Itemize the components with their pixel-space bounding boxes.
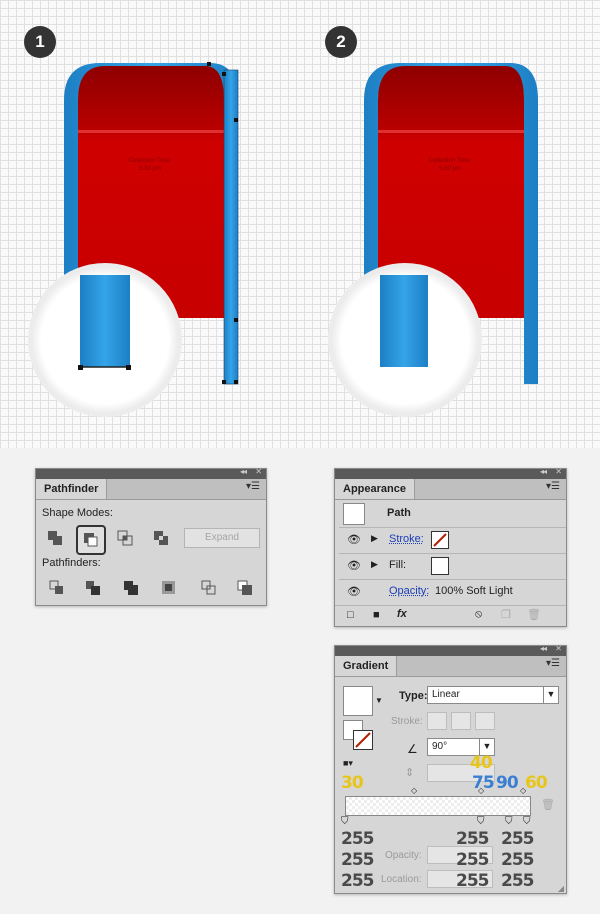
intersect-icon[interactable]: [116, 529, 134, 547]
overlay-value-75: 75: [472, 773, 495, 793]
opacity-label: Opacity:: [385, 850, 422, 861]
panel-menu-icon[interactable]: ▾☰: [546, 658, 560, 669]
pathfinder-panel: ◂◂ ✕ Pathfinder ▾☰ Shape Modes: Expand Pa…: [35, 467, 267, 606]
mailbox-label-2: Collection Time:: [429, 158, 472, 164]
stroke-option-1-icon[interactable]: [427, 712, 447, 730]
add-stroke-icon[interactable]: □: [347, 609, 354, 621]
type-label: Type:: [399, 690, 428, 702]
visibility-eye-icon[interactable]: 👁: [347, 533, 361, 546]
stroke-option-3-icon[interactable]: [475, 712, 495, 730]
appearance-footer: □ ■ fx ⦸ ❐ 🗑: [335, 605, 566, 626]
overlay-value-30: 30: [341, 773, 364, 793]
divide-icon[interactable]: [48, 579, 66, 597]
overlay-value-60: 60: [525, 773, 548, 793]
gradient-stop-icon[interactable]: ⛉: [505, 816, 513, 827]
fx-icon[interactable]: fx: [397, 608, 407, 620]
expand-triangle-icon[interactable]: ▶: [371, 533, 378, 544]
stroke-swatch-icon[interactable]: [431, 531, 449, 549]
gradient-slider[interactable]: [345, 796, 531, 816]
thumbnail-dropdown-icon[interactable]: ▼: [375, 696, 383, 705]
mailbox-label-2b: 5:30 pm: [439, 166, 461, 172]
path-label: Path: [387, 507, 411, 519]
type-select[interactable]: Linear ▼: [427, 686, 559, 704]
shape-modes-label: Shape Modes:: [42, 507, 113, 519]
overlay-value-col3-3: 255: [501, 871, 534, 891]
mailbox-label-1b: 5:30 pm: [139, 166, 161, 172]
merge-icon[interactable]: [122, 579, 140, 597]
visibility-eye-icon[interactable]: 👁: [347, 559, 361, 572]
appearance-stroke-row[interactable]: 👁 ▶ Stroke:: [339, 527, 566, 552]
exclude-icon[interactable]: [152, 529, 170, 547]
tab-appearance[interactable]: Appearance: [335, 479, 415, 499]
overlay-value-col2-3: 255: [456, 871, 489, 891]
stroke-option-2-icon[interactable]: [451, 712, 471, 730]
path-thumbnail: [343, 503, 365, 525]
opacity-value: 100% Soft Light: [435, 585, 513, 597]
overlay-value-col1-2: 255: [341, 850, 374, 870]
location-label: Location:: [381, 874, 422, 885]
outline-icon[interactable]: [200, 579, 218, 597]
expand-triangle-icon[interactable]: ▶: [371, 559, 378, 570]
mailbox-label-1: Collection Time:: [129, 158, 172, 164]
overlay-value-90: 90: [496, 773, 519, 793]
overlay-value-40: 40: [470, 753, 493, 773]
delete-item-icon[interactable]: 🗑: [527, 608, 541, 621]
reverse-gradient-icon[interactable]: ■▾: [343, 758, 353, 769]
opacity-link[interactable]: Opacity:: [389, 585, 429, 597]
tab-pathfinder[interactable]: Pathfinder: [36, 479, 108, 499]
appearance-panel: ◂◂ ✕ Appearance ▾☰ Path 👁 ▶ Stroke: 👁 ▶ F…: [334, 467, 567, 627]
midpoint-diamond-icon[interactable]: ◇: [411, 786, 417, 795]
overlay-value-col1-1: 255: [341, 829, 374, 849]
panel-titlebar[interactable]: ◂◂ ✕: [335, 467, 566, 479]
panel-titlebar[interactable]: ◂◂ ✕: [36, 467, 266, 479]
clear-appearance-icon[interactable]: ⦸: [475, 608, 482, 621]
chevron-down-icon: ▼: [543, 686, 558, 704]
resize-grip-icon[interactable]: ◢: [558, 884, 564, 893]
minus-back-icon[interactable]: [236, 579, 254, 597]
minus-front-icon[interactable]: [76, 525, 106, 555]
gradient-stop-icon[interactable]: ⛉: [523, 816, 531, 827]
mailbox-illustration-1: Collection Time: 5:30 pm: [28, 62, 239, 417]
expand-button[interactable]: Expand: [184, 528, 260, 548]
unite-icon[interactable]: [46, 529, 64, 547]
panel-menu-icon[interactable]: ▾☰: [546, 481, 560, 492]
overlay-value-col1-3: 255: [341, 871, 374, 891]
gradient-thumbnail[interactable]: [343, 686, 373, 716]
overlay-value-col3-2: 255: [501, 850, 534, 870]
pathfinders-label: Pathfinders:: [42, 557, 101, 569]
mailbox-illustration-2: Collection Time: 5:30 pm: [328, 63, 538, 417]
fill-swatch-icon[interactable]: [431, 557, 449, 575]
fill-label: Fill:: [389, 559, 407, 571]
gradient-stop-icon[interactable]: ⛉: [341, 816, 349, 827]
crop-icon[interactable]: [160, 579, 178, 597]
trim-icon[interactable]: [84, 579, 102, 597]
angle-icon: ∠: [407, 742, 418, 756]
tab-gradient[interactable]: Gradient: [335, 656, 398, 676]
appearance-opacity-row[interactable]: 👁 Opacity: 100% Soft Light: [339, 579, 566, 604]
stroke-label: Stroke:: [391, 716, 423, 727]
visibility-eye-icon[interactable]: 👁: [347, 585, 361, 598]
overlay-value-col2-2: 255: [456, 850, 489, 870]
add-fill-icon[interactable]: ■: [373, 609, 380, 621]
overlay-value-col2-1: 255: [456, 829, 489, 849]
gradient-stop-icon[interactable]: ⛉: [477, 816, 485, 827]
appearance-path-row[interactable]: Path: [335, 501, 566, 527]
panel-titlebar[interactable]: ◂◂ ✕: [335, 644, 566, 656]
fill-stroke-swatch-icon[interactable]: [343, 720, 373, 750]
duplicate-item-icon[interactable]: ❐: [501, 608, 511, 621]
aspect-ratio-icon: ⇕: [405, 767, 415, 779]
panel-menu-icon[interactable]: ▾☰: [246, 481, 260, 492]
overlay-value-col3-1: 255: [501, 829, 534, 849]
stroke-link[interactable]: Stroke:: [389, 533, 424, 545]
appearance-fill-row[interactable]: 👁 ▶ Fill:: [339, 553, 566, 578]
delete-stop-icon[interactable]: 🗑: [541, 798, 555, 811]
